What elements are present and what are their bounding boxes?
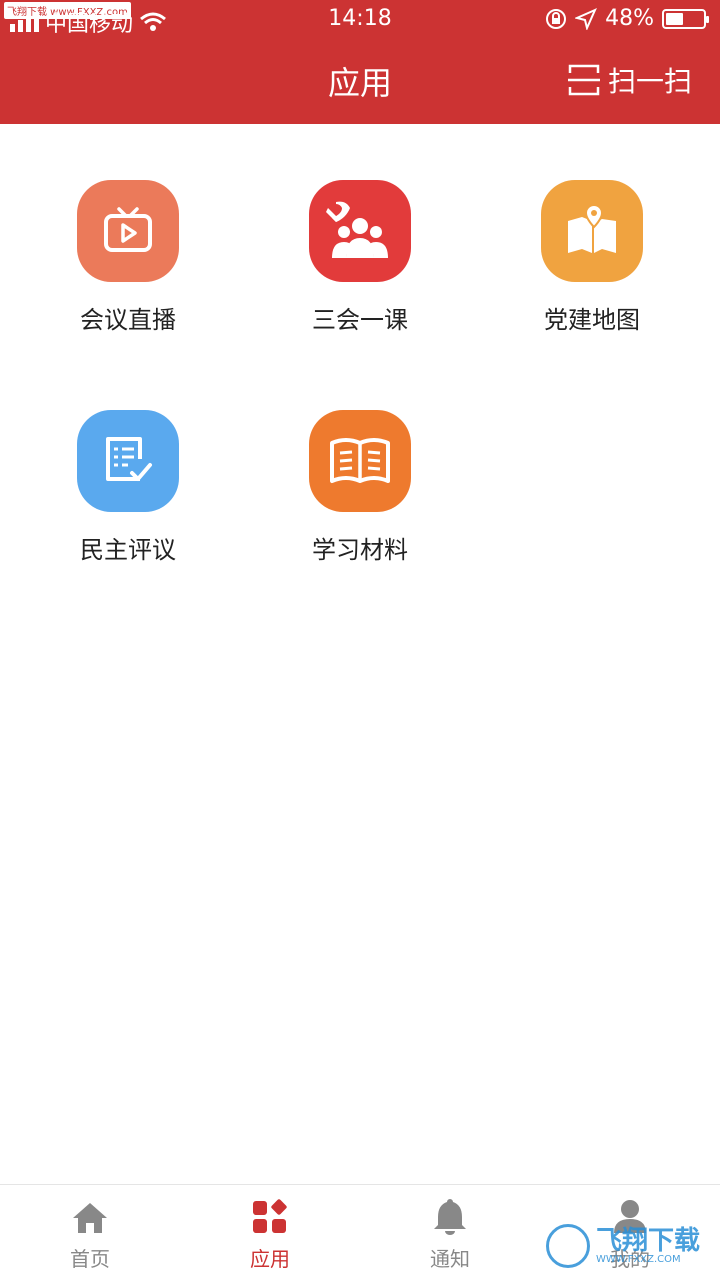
party-people-icon <box>309 180 411 282</box>
app-three-meetings[interactable]: 三会一课 <box>270 180 450 335</box>
battery-percent: 48% <box>605 6 654 31</box>
app-party-map[interactable]: 党建地图 <box>502 180 682 335</box>
app-democratic-review[interactable]: 民主评议 <box>38 410 218 565</box>
tv-play-icon <box>77 180 179 282</box>
scan-label: 扫一扫 <box>607 65 692 98</box>
battery-icon <box>662 8 709 29</box>
app-header: 飞翔下载 www.FXXZ.com 中国移动 14:18 48% 应用 扫一扫 <box>0 0 720 124</box>
apps-grid-icon <box>253 1199 287 1233</box>
app-label: 三会一课 <box>312 306 408 334</box>
tab-apps[interactable]: 应用 <box>180 1185 360 1280</box>
home-icon <box>73 1203 107 1233</box>
tab-label: 通知 <box>430 1247 470 1271</box>
bottom-tab-bar: 首页 应用 通知 我的 飞翔下载 WWW.FXXZ.COM <box>0 1184 720 1280</box>
location-arrow-icon <box>575 7 598 30</box>
rotation-lock-icon <box>546 8 567 29</box>
map-pin-icon <box>541 180 643 282</box>
app-label: 学习材料 <box>312 536 408 564</box>
checklist-icon <box>77 410 179 512</box>
app-meeting-live[interactable]: 会议直播 <box>38 180 218 335</box>
app-label: 会议直播 <box>80 306 176 334</box>
status-bar: 飞翔下载 www.FXXZ.com 中国移动 14:18 48% <box>0 0 720 40</box>
scan-icon <box>567 64 600 96</box>
scan-button[interactable]: 扫一扫 <box>567 60 692 100</box>
open-book-icon <box>309 410 411 512</box>
tab-notifications[interactable]: 通知 <box>360 1185 540 1280</box>
app-label: 党建地图 <box>544 306 640 334</box>
tab-label: 应用 <box>250 1247 290 1271</box>
tab-label: 首页 <box>70 1247 110 1271</box>
watermark-logo: 飞翔下载 WWW.FXXZ.COM <box>546 1218 706 1274</box>
app-label: 民主评议 <box>80 536 176 564</box>
bell-icon <box>434 1199 466 1235</box>
watermark-text: 飞翔下载 <box>596 1225 701 1256</box>
app-study-materials[interactable]: 学习材料 <box>270 410 450 565</box>
status-right: 48% <box>545 6 709 31</box>
tab-home[interactable]: 首页 <box>0 1185 180 1280</box>
watermark-circle-icon <box>546 1224 590 1268</box>
